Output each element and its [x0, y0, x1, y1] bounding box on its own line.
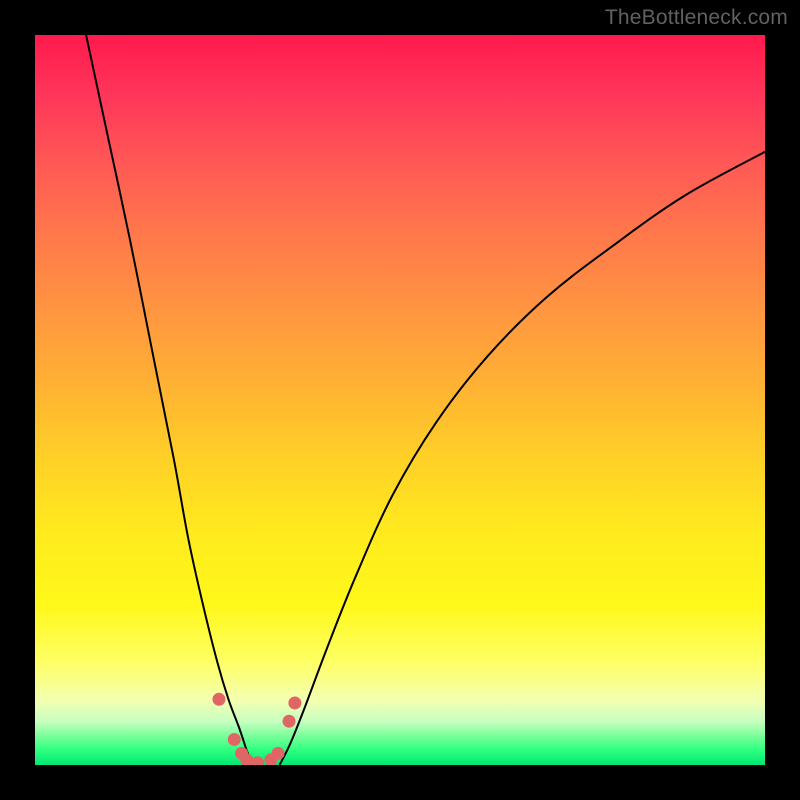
chart-frame: TheBottleneck.com [0, 0, 800, 800]
watermark-text: TheBottleneck.com [605, 6, 788, 30]
marker-point [228, 733, 241, 746]
marker-point [251, 756, 264, 765]
marker-point [212, 693, 225, 706]
marker-point [272, 747, 285, 760]
marker-point [288, 696, 301, 709]
series-left-branch [86, 35, 252, 765]
plot-area [35, 35, 765, 765]
marker-point [283, 715, 296, 728]
bottleneck-curve [35, 35, 765, 765]
series-right-branch [280, 152, 765, 765]
